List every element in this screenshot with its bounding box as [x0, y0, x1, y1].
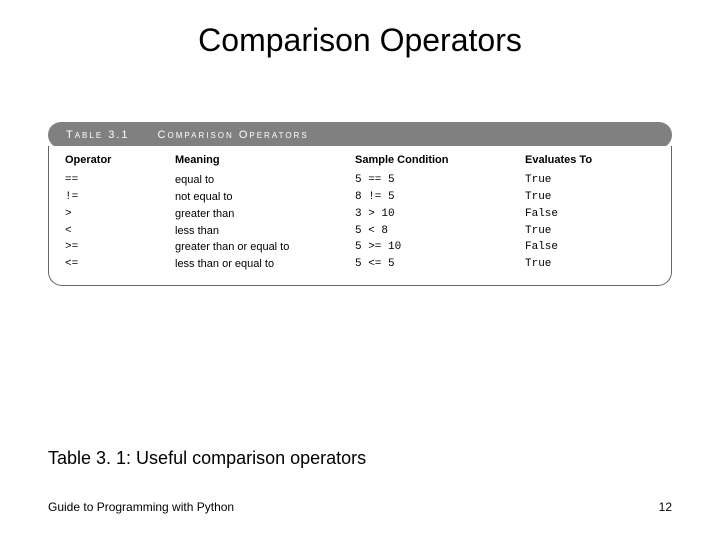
cell-evaluates: True	[525, 172, 645, 189]
table-title-bar: Table 3.1 Comparison Operators	[48, 122, 672, 148]
cell-evaluates: False	[525, 206, 645, 223]
col-operator: Operator	[65, 154, 175, 172]
col-sample: Sample Condition	[355, 154, 525, 172]
footer-book-title: Guide to Programming with Python	[48, 500, 234, 514]
cell-evaluates: True	[525, 256, 645, 273]
cell-operator: !=	[65, 189, 175, 206]
cell-sample: 5 >= 10	[355, 239, 525, 256]
cell-meaning: equal to	[175, 172, 355, 189]
cell-meaning: less than or equal to	[175, 256, 355, 273]
slide: Comparison Operators Table 3.1 Compariso…	[0, 0, 720, 540]
slide-title: Comparison Operators	[0, 22, 720, 59]
cell-operator: <=	[65, 256, 175, 273]
comparison-table: Table 3.1 Comparison Operators Operator …	[48, 122, 672, 286]
cell-operator: <	[65, 223, 175, 240]
table-row: > greater than 3 > 10 False	[65, 206, 655, 223]
page-number: 12	[659, 500, 672, 514]
cell-operator: >=	[65, 239, 175, 256]
cell-sample: 8 != 5	[355, 189, 525, 206]
table-caption: Table 3. 1: Useful comparison operators	[48, 448, 366, 469]
cell-evaluates: True	[525, 189, 645, 206]
cell-operator: >	[65, 206, 175, 223]
table-row: != not equal to 8 != 5 True	[65, 189, 655, 206]
table-row: >= greater than or equal to 5 >= 10 Fals…	[65, 239, 655, 256]
table-row: == equal to 5 == 5 True	[65, 172, 655, 189]
cell-meaning: greater than or equal to	[175, 239, 355, 256]
cell-meaning: not equal to	[175, 189, 355, 206]
table-number: Table 3.1	[66, 129, 130, 141]
cell-sample: 5 <= 5	[355, 256, 525, 273]
table-row: < less than 5 < 8 True	[65, 223, 655, 240]
col-meaning: Meaning	[175, 154, 355, 172]
cell-evaluates: False	[525, 239, 645, 256]
cell-sample: 5 == 5	[355, 172, 525, 189]
col-evaluates: Evaluates To	[525, 154, 645, 172]
table-name: Comparison Operators	[158, 129, 309, 141]
cell-meaning: less than	[175, 223, 355, 240]
cell-operator: ==	[65, 172, 175, 189]
table-header-row: Operator Meaning Sample Condition Evalua…	[65, 154, 655, 172]
cell-meaning: greater than	[175, 206, 355, 223]
cell-evaluates: True	[525, 223, 645, 240]
cell-sample: 3 > 10	[355, 206, 525, 223]
table-body: Operator Meaning Sample Condition Evalua…	[48, 146, 672, 286]
cell-sample: 5 < 8	[355, 223, 525, 240]
table-row: <= less than or equal to 5 <= 5 True	[65, 256, 655, 273]
